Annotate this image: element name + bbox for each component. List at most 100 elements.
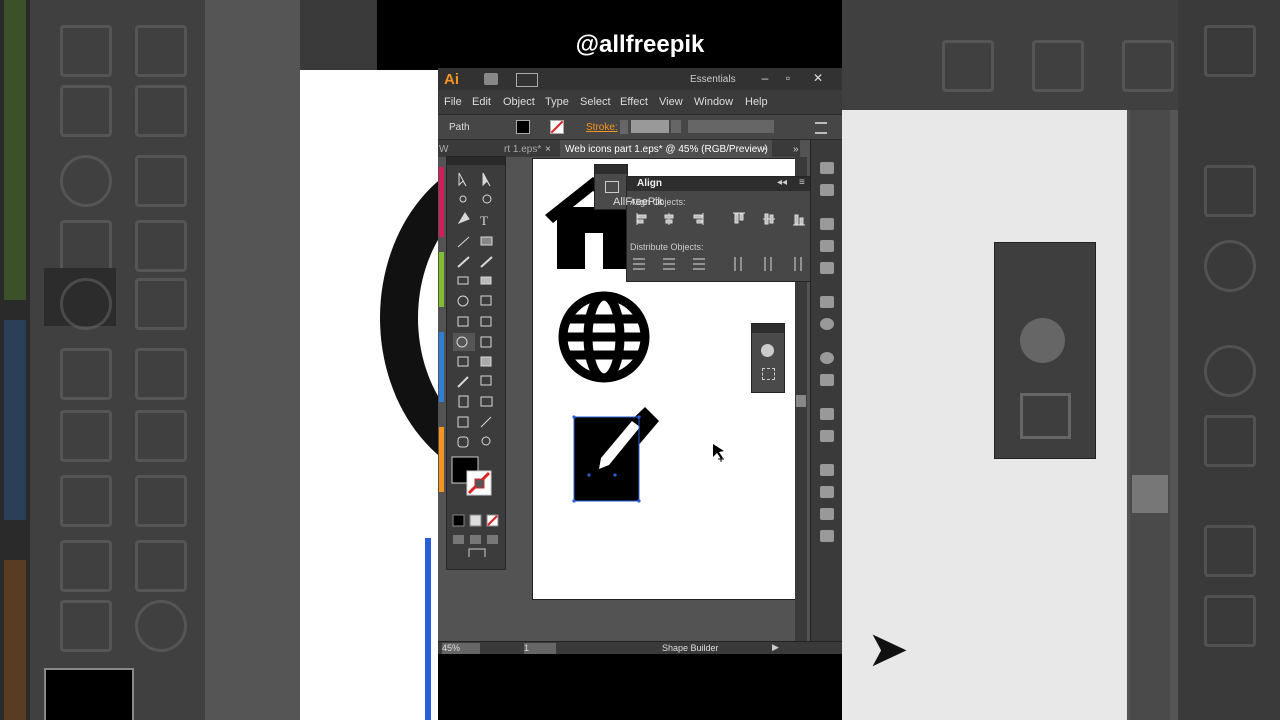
symbols-icon[interactable] xyxy=(820,262,834,274)
collapse-icon[interactable]: ◂◂ xyxy=(777,177,787,188)
control-bar: Path Stroke: xyxy=(438,115,842,140)
more-tabs-icon[interactable]: » xyxy=(793,144,799,155)
stroke-weight-input[interactable] xyxy=(631,120,669,133)
draw-behind-icon xyxy=(470,535,481,544)
zoom-level[interactable]: 45% xyxy=(442,643,480,654)
minimize-button[interactable]: – xyxy=(757,71,773,85)
color-panel-icon[interactable] xyxy=(820,162,834,174)
stroke-panel-icon[interactable] xyxy=(820,296,834,308)
bg-selection-edge xyxy=(425,538,431,720)
blend-tool-icon xyxy=(480,375,492,386)
menu-edit[interactable]: Edit xyxy=(472,96,491,108)
globe-icon xyxy=(558,291,650,383)
brushes-icon[interactable] xyxy=(820,240,834,252)
glyphs-icon[interactable] xyxy=(820,530,834,542)
appearance-icon[interactable] xyxy=(820,352,834,364)
stroke-stepper[interactable] xyxy=(620,120,628,134)
stroke-color-swatch[interactable] xyxy=(550,120,564,134)
bg-brush-icon xyxy=(60,25,112,77)
menu-view[interactable]: View xyxy=(659,96,683,108)
menu-effect[interactable]: Effect xyxy=(620,96,648,108)
distribute-top-icon xyxy=(633,258,645,270)
scroll-thumb[interactable] xyxy=(796,395,806,407)
menu-file[interactable]: File xyxy=(444,96,462,108)
tab-active-label: Web icons part 1.eps* @ 45% (RGB/Preview… xyxy=(565,144,768,155)
horizontal-align-left-icon xyxy=(636,213,647,225)
status-arrow-icon[interactable]: ▶ xyxy=(772,642,779,653)
layers-icon[interactable] xyxy=(820,408,834,420)
rectangle-tool-icon xyxy=(480,236,493,246)
tools-panel-header[interactable] xyxy=(447,157,505,165)
color-guide-icon[interactable] xyxy=(820,184,834,196)
bg-fill-swatch xyxy=(44,668,134,720)
bg-dock-icon xyxy=(1204,25,1256,77)
bg-dock-icon xyxy=(1204,240,1256,292)
cursor-icon xyxy=(713,444,724,462)
bg-scroll-thumb xyxy=(1132,475,1168,513)
artboard-number[interactable]: 1 xyxy=(524,643,556,654)
horizontal-align-center-icon xyxy=(664,213,674,225)
menu-type[interactable]: Type xyxy=(545,96,569,108)
bg-cursor-icon: ➤ xyxy=(867,621,909,677)
chevron-down-icon[interactable] xyxy=(671,120,681,133)
panel-header[interactable] xyxy=(752,324,784,333)
stroke-label[interactable]: Stroke: xyxy=(586,122,618,133)
close-tab-icon[interactable]: × xyxy=(545,144,551,155)
align-buttons[interactable] xyxy=(627,211,817,271)
bg-mesh-icon xyxy=(60,348,112,400)
workspace-switcher[interactable]: Essentials xyxy=(690,74,736,85)
navigator-icon[interactable] xyxy=(761,344,774,357)
transform-panel-icon[interactable] xyxy=(605,181,619,193)
panel-menu-icon[interactable]: ≡ xyxy=(799,177,805,188)
gradient-mode-icon xyxy=(469,514,482,527)
character-icon[interactable] xyxy=(820,464,834,476)
panel-menu-icon[interactable] xyxy=(815,122,827,134)
warp-tool-icon xyxy=(457,316,469,327)
symbol-sprayer-icon xyxy=(458,395,469,408)
variable-width-dropdown[interactable] xyxy=(688,120,774,133)
distribute-left-icon xyxy=(734,257,742,271)
bridge-icon[interactable] xyxy=(484,73,498,85)
draw-normal-icon xyxy=(453,535,464,544)
menu-help[interactable]: Help xyxy=(745,96,768,108)
distribute-horizontal-center-icon xyxy=(764,257,772,271)
menu-window[interactable]: Window xyxy=(694,96,733,108)
bg-layers-icon xyxy=(1204,525,1256,577)
tab-partial[interactable]: W xyxy=(439,144,448,155)
opentype-icon[interactable] xyxy=(820,508,834,520)
tab-inactive[interactable]: rt 1.eps* xyxy=(504,144,541,155)
menu-object[interactable]: Object xyxy=(503,96,535,108)
close-tab-icon[interactable]: × xyxy=(762,144,768,155)
tools-panel: T xyxy=(439,156,506,570)
bg-shape-builder-icon xyxy=(60,278,112,330)
lasso-icon xyxy=(482,194,492,204)
maximize-button[interactable]: ▫ xyxy=(780,71,796,85)
bg-scale-icon xyxy=(135,155,187,207)
magic-wand-icon xyxy=(459,195,467,203)
slice-tool-icon xyxy=(480,416,492,428)
color-strip xyxy=(439,427,444,492)
paragraph-icon[interactable] xyxy=(820,486,834,498)
swatches-icon[interactable] xyxy=(820,218,834,230)
transparency-icon[interactable] xyxy=(820,318,834,330)
bg-pencil-icon xyxy=(135,25,187,77)
close-button[interactable]: ✕ xyxy=(810,71,826,85)
align-panel-header[interactable]: Align ◂◂ ≡ xyxy=(627,177,817,191)
artboard-tool-icon xyxy=(457,416,469,428)
fill-color-swatch[interactable] xyxy=(516,120,530,134)
app-bar: Ai Essentials – ▫ ✕ xyxy=(438,68,842,90)
bg-warp-icon xyxy=(60,220,112,272)
artboards-icon[interactable] xyxy=(820,430,834,442)
menu-select[interactable]: Select xyxy=(580,96,611,108)
zoom-tool-icon xyxy=(481,436,491,446)
arrange-documents-icon[interactable] xyxy=(516,73,538,87)
bg-color-strip xyxy=(4,0,26,300)
draw-inside-icon xyxy=(487,535,498,544)
transform-icon[interactable] xyxy=(762,368,775,380)
panel-header[interactable] xyxy=(595,165,627,174)
bg-zoom-icon xyxy=(135,600,187,652)
graphic-styles-icon[interactable] xyxy=(820,374,834,386)
bg-scrollbar xyxy=(1130,110,1170,720)
line-tool-icon xyxy=(457,236,470,248)
bg-align-icon xyxy=(942,40,994,92)
